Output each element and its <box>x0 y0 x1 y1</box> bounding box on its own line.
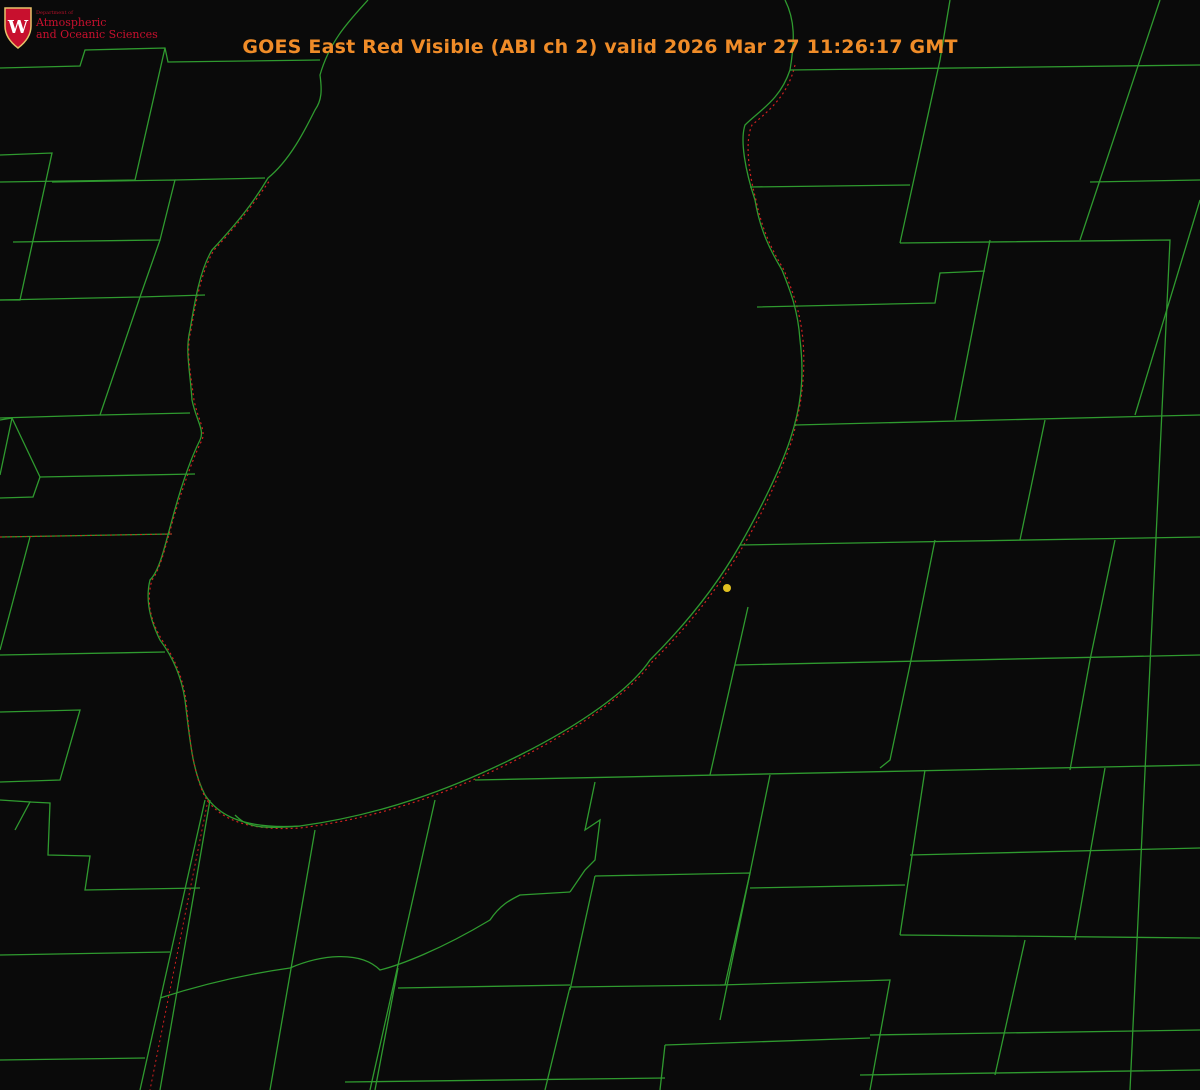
county-boundaries <box>0 0 1200 1090</box>
satellite-map: W Department of Atmospheric and Oceanic … <box>0 0 1200 1090</box>
coastline-dotted <box>148 64 805 830</box>
image-title: GOES East Red Visible (ABI ch 2) valid 2… <box>242 36 958 58</box>
state-line-dotted <box>0 533 173 538</box>
map-overlay <box>0 0 1200 1090</box>
logo-line-1: Atmospheric <box>36 15 107 29</box>
station-marker <box>723 584 731 592</box>
crest-letter: W <box>7 17 29 38</box>
state-line-dotted-south <box>149 799 209 1090</box>
lake-shoreline <box>147 0 803 828</box>
